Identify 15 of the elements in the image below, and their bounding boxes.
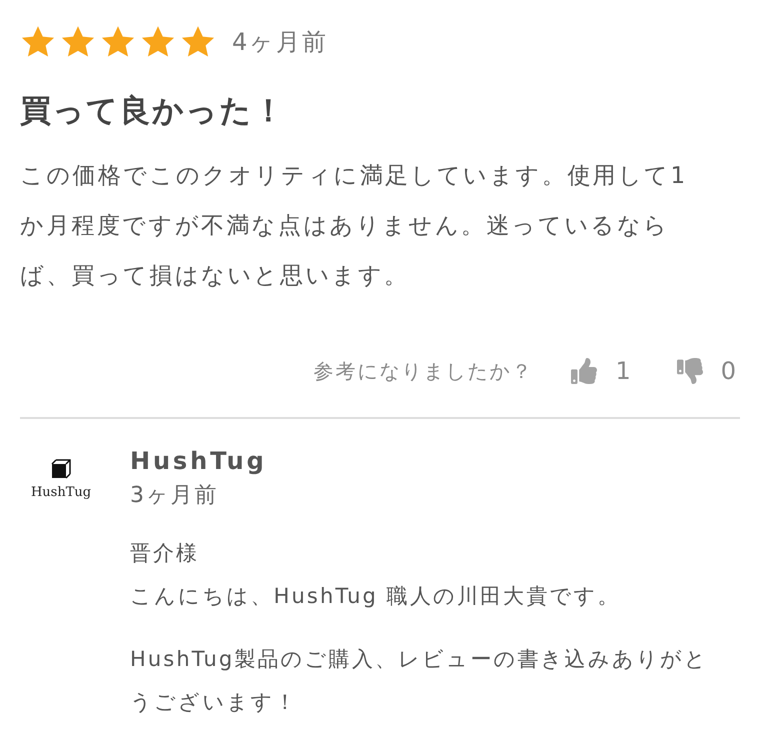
reply-author: HushTug (130, 446, 268, 476)
review-age: 4ヶ月前 (232, 27, 328, 58)
reply-salutation: 晋介様 (130, 540, 200, 566)
like-count: 1 (615, 356, 631, 386)
thumbs-up-icon[interactable] (569, 358, 600, 384)
logo-text: HushTug (30, 484, 92, 502)
helpful-question: 参考になりましたか？ (313, 358, 534, 384)
review-text: この価格でこのクオリティに満足しています。使用して1か月程度ですが不満な点はありません。迷っているならば、買って損はないと思います。 (20, 162, 688, 290)
cube-icon (51, 458, 71, 478)
reply-age: 3ヶ月前 (130, 482, 220, 510)
reply-text: HushTug製品のご購入、レビューの書き込みありがとうございます！ (130, 646, 710, 716)
thumbs-down-icon[interactable] (674, 358, 705, 384)
dislike-count: 0 (720, 356, 736, 386)
review-title: 買って良かった！ (20, 92, 286, 131)
reply-greeting: こんにちは、HushTug 職人の川田大貴です。 (130, 582, 622, 610)
